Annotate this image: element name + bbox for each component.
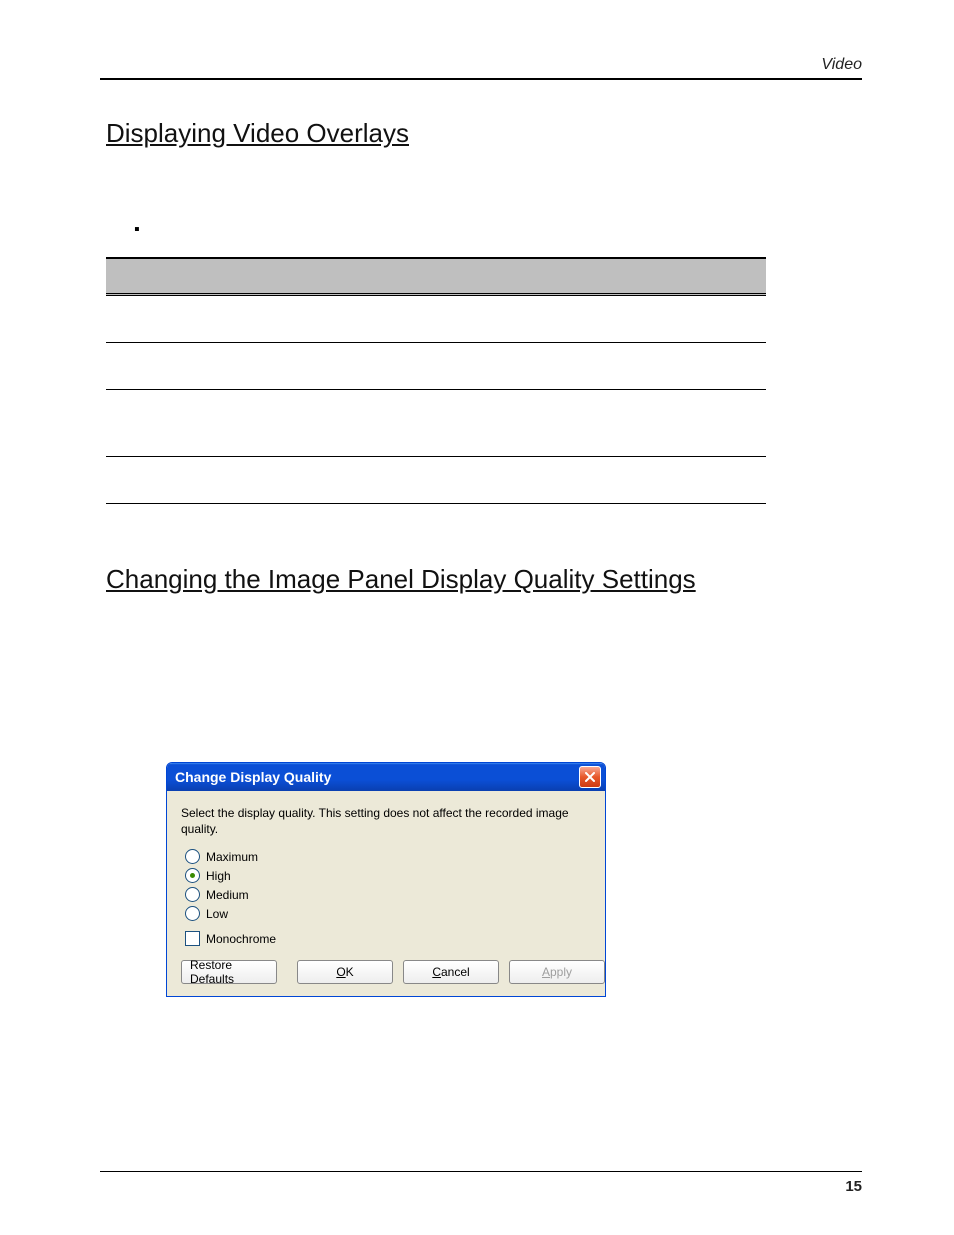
table-header-cell xyxy=(278,258,766,295)
checkbox-monochrome[interactable]: Monochrome xyxy=(185,931,591,946)
radio-label: Low xyxy=(206,907,228,921)
restore-defaults-button[interactable]: Restore Defaults xyxy=(181,960,277,984)
table-header-row xyxy=(106,258,766,295)
table-row xyxy=(106,295,766,343)
dialog-description: Select the display quality. This setting… xyxy=(181,805,591,837)
bullet-item: ▪ xyxy=(134,221,862,239)
close-button[interactable] xyxy=(579,766,601,788)
radio-icon xyxy=(185,868,200,883)
button-label: Cancel xyxy=(432,965,469,979)
apply-button: Apply xyxy=(509,960,605,984)
radio-label: Maximum xyxy=(206,850,258,864)
table-row xyxy=(106,390,766,457)
radio-option-maximum[interactable]: Maximum xyxy=(185,849,591,864)
ok-button[interactable]: OK xyxy=(297,960,393,984)
section-heading-quality: Changing the Image Panel Display Quality… xyxy=(106,564,862,595)
change-display-quality-dialog: Change Display Quality Select the displa… xyxy=(166,762,606,997)
dialog-body: Select the display quality. This setting… xyxy=(167,791,605,996)
checkbox-label: Monochrome xyxy=(206,932,276,946)
table-header-cell xyxy=(106,258,278,295)
section-heading-overlays: Displaying Video Overlays xyxy=(106,118,862,149)
radio-icon xyxy=(185,849,200,864)
button-label: OK xyxy=(336,965,353,979)
radio-label: Medium xyxy=(206,888,249,902)
button-label: Apply xyxy=(542,965,572,979)
dialog-title: Change Display Quality xyxy=(175,769,331,785)
radio-icon xyxy=(185,887,200,902)
overlay-table xyxy=(106,257,766,504)
dialog-titlebar[interactable]: Change Display Quality xyxy=(167,763,605,791)
table-row xyxy=(106,343,766,390)
radio-option-medium[interactable]: Medium xyxy=(185,887,591,902)
dialog-button-row: Restore Defaults OK Cancel Apply xyxy=(181,960,591,984)
page-number: 15 xyxy=(845,1178,862,1195)
radio-icon xyxy=(185,906,200,921)
page: Video Displaying Video Overlays ▪ Changi… xyxy=(0,0,954,1235)
header-section-label: Video xyxy=(821,56,862,74)
page-footer: 15 xyxy=(100,1171,862,1195)
close-icon xyxy=(585,772,595,782)
cancel-button[interactable]: Cancel xyxy=(403,960,499,984)
radio-label: High xyxy=(206,869,231,883)
button-label: Restore Defaults xyxy=(190,958,268,986)
radio-option-high[interactable]: High xyxy=(185,868,591,883)
table-row xyxy=(106,457,766,504)
radio-option-low[interactable]: Low xyxy=(185,906,591,921)
page-header: Video xyxy=(100,56,862,80)
checkbox-icon xyxy=(185,931,200,946)
